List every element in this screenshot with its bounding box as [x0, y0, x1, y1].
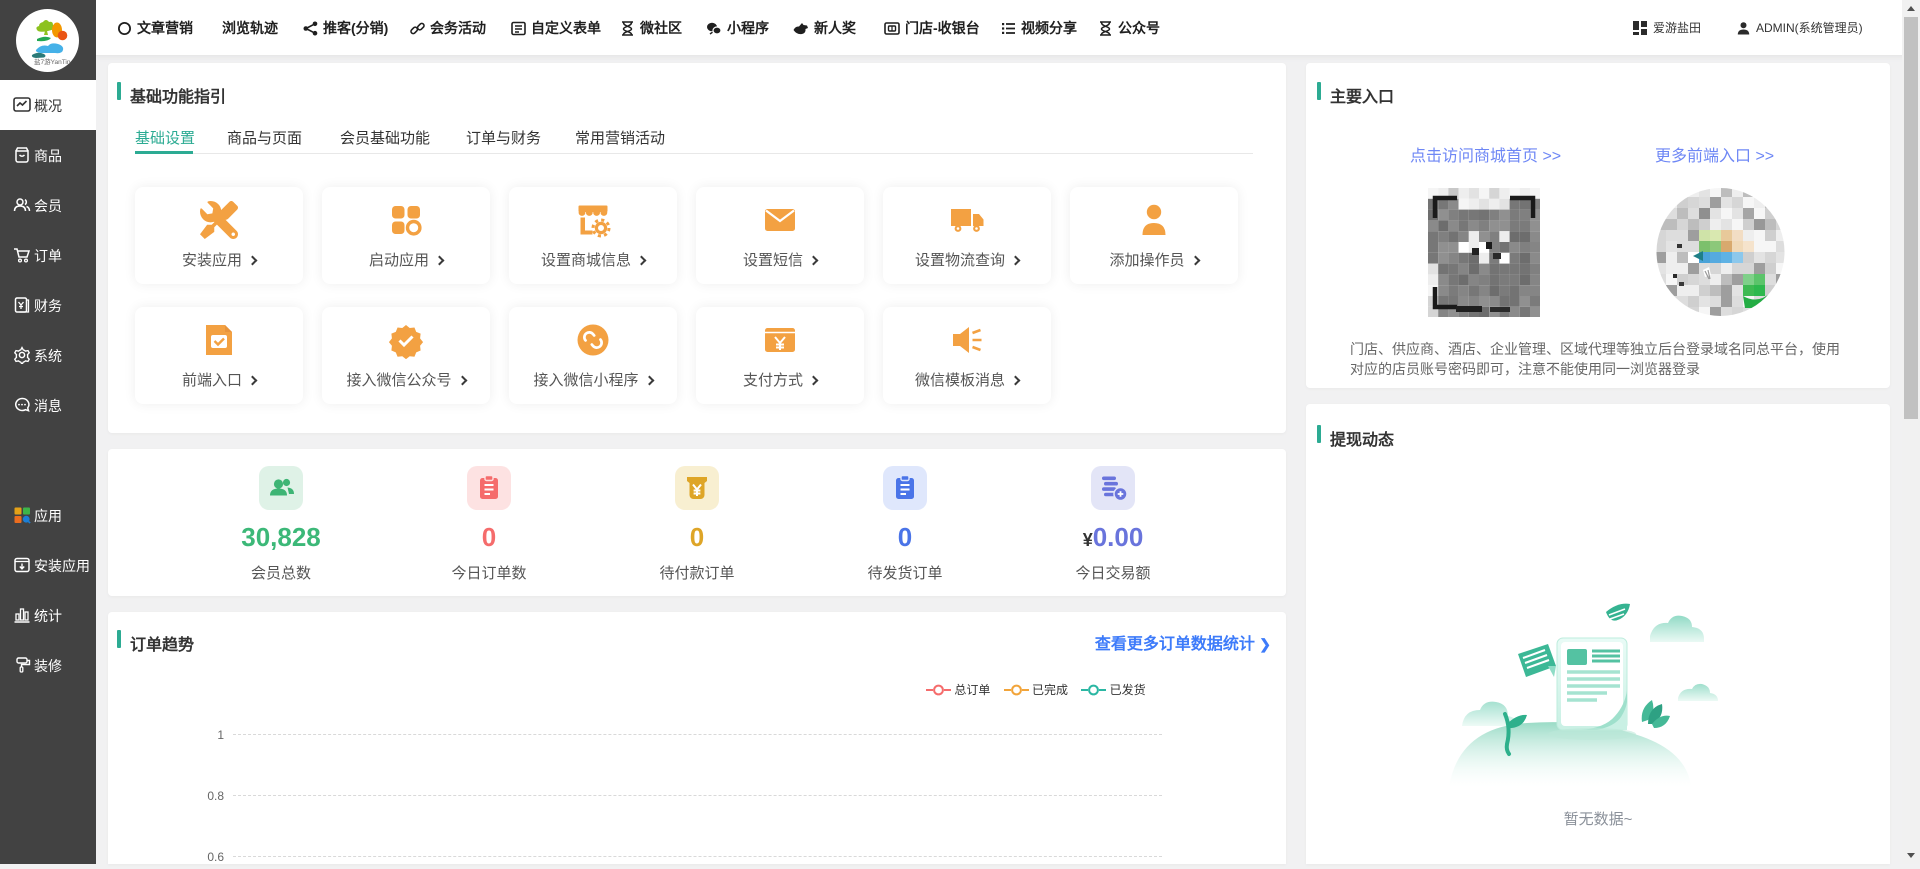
svg-text:盐7游YanTin: 盐7游YanTin: [34, 57, 71, 66]
